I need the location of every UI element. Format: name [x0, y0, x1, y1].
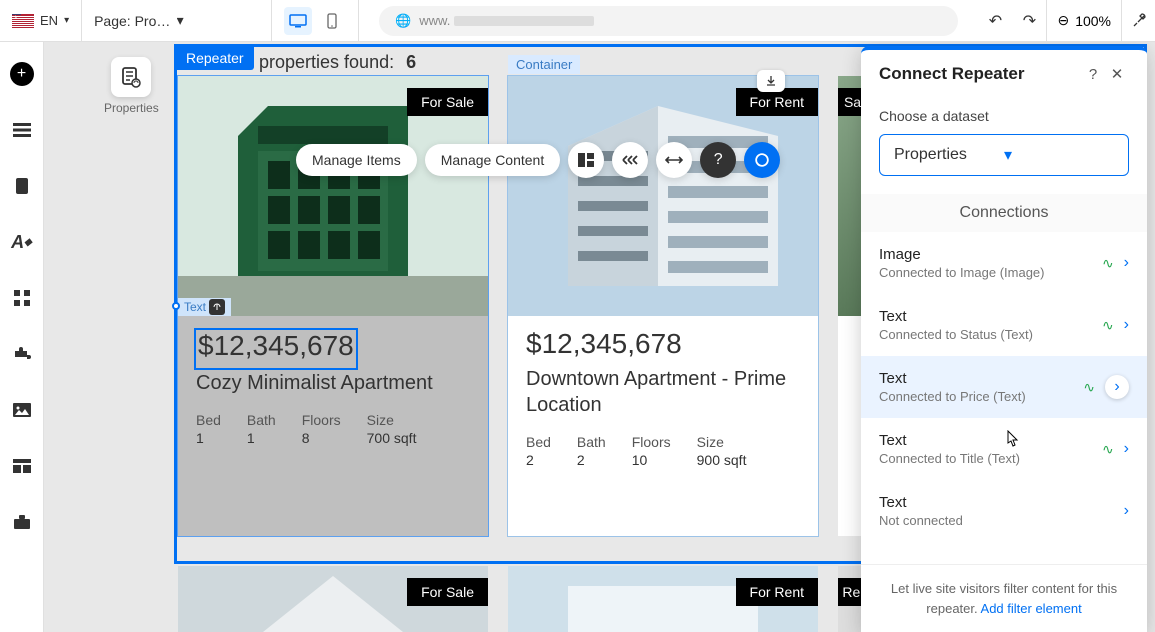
card-price: $12,345,678	[526, 328, 800, 360]
action-bar: Manage Items Manage Content ?	[296, 142, 780, 178]
chevron-down-icon: ▾	[1004, 145, 1114, 165]
chevron-right-icon: ›	[1124, 502, 1129, 520]
stretch-button[interactable]	[656, 142, 692, 178]
flag-icon: ★	[12, 14, 34, 28]
chevron-right-icon: ›	[1124, 316, 1129, 334]
card-image: For Rent	[508, 76, 818, 316]
left-sidebar: + A◆	[0, 42, 44, 632]
url-prefix: www.	[419, 13, 450, 28]
undo-button[interactable]: ↶	[978, 0, 1012, 42]
business-icon[interactable]	[10, 510, 34, 534]
cms-icon[interactable]	[10, 454, 34, 478]
canvas: Properties properties found: 6 Repeater	[44, 42, 1155, 632]
url-masked	[454, 16, 594, 26]
device-switcher	[272, 0, 359, 41]
manage-content-button[interactable]: Manage Content	[425, 144, 561, 176]
chevron-right-icon: ›	[1105, 375, 1129, 399]
tools-button[interactable]	[1121, 0, 1155, 42]
property-card[interactable]: For Rent	[508, 566, 818, 632]
animation-button[interactable]	[612, 142, 648, 178]
card-title: Cozy Minimalist Apartment	[196, 370, 470, 396]
apps-icon[interactable]	[10, 286, 34, 310]
dataset-icon	[111, 57, 151, 97]
connection-item-unconnected[interactable]: TextNot connected ›	[861, 480, 1147, 542]
card-body: $12,345,678 Downtown Apartment - Prime L…	[508, 316, 818, 486]
page-label: Page: Properties (L…	[94, 13, 177, 29]
layout-button[interactable]	[568, 142, 604, 178]
url-bar[interactable]: 🌐 www.	[359, 6, 978, 36]
dataset-label: Properties	[104, 101, 159, 115]
price-text-selected[interactable]: $12,345,678	[194, 328, 358, 370]
connect-panel: Connect Repeater ? ✕ Choose a dataset Pr…	[861, 46, 1147, 632]
chevron-right-icon: ›	[1124, 254, 1129, 272]
connection-item-status[interactable]: TextConnected to Status (Text) ∿›	[861, 294, 1147, 356]
property-card[interactable]: For Sale	[178, 566, 488, 632]
pages-icon[interactable]	[10, 174, 34, 198]
add-button[interactable]: +	[10, 62, 34, 86]
text-tag: Text	[178, 298, 231, 316]
dataset-value: Properties	[894, 146, 1004, 164]
connection-item-title[interactable]: TextConnected to Title (Text) ∿›	[861, 418, 1147, 480]
linked-icon: ∿	[1102, 317, 1114, 334]
mobile-view-button[interactable]	[318, 7, 346, 35]
card-price: $12,345,678	[196, 330, 356, 362]
chevron-right-icon: ›	[1124, 440, 1129, 458]
addons-icon[interactable]	[10, 342, 34, 366]
desktop-view-button[interactable]	[284, 7, 312, 35]
selection-handle[interactable]	[172, 302, 180, 310]
linked-icon: ∿	[1102, 255, 1114, 272]
zoom-out-icon: ⊖	[1057, 12, 1069, 29]
globe-icon: 🌐	[395, 13, 411, 29]
status-badge: For Rent	[736, 578, 818, 606]
page-selector[interactable]: Page: Properties (L… ▾	[82, 0, 272, 41]
cards-row-2: For Sale For Rent Rent	[178, 566, 886, 632]
media-icon[interactable]	[10, 398, 34, 422]
help-button[interactable]: ?	[700, 142, 736, 178]
sections-icon[interactable]	[10, 118, 34, 142]
dataset-section: Choose a dataset Properties ▾	[861, 98, 1147, 194]
repeater-tag: Repeater	[176, 46, 254, 70]
container-tag: Container	[508, 55, 580, 74]
close-icon[interactable]: ✕	[1105, 65, 1129, 83]
connect-icon	[209, 299, 225, 315]
manage-items-button[interactable]: Manage Items	[296, 144, 417, 176]
connection-item-image[interactable]: ImageConnected to Image (Image) ∿›	[861, 232, 1147, 294]
chevron-down-icon: ▾	[64, 15, 69, 26]
panel-title: Connect Repeater	[879, 64, 1081, 84]
download-icon[interactable]	[757, 70, 785, 92]
card-image: For Sale	[178, 76, 488, 316]
connect-data-button[interactable]	[744, 142, 780, 178]
card-stats: Bed1 Bath1 Floors8 Size700 sqft	[196, 412, 470, 446]
chevron-down-icon: ▾	[177, 12, 260, 29]
linked-icon: ∿	[1083, 379, 1095, 396]
language-selector[interactable]: ★ EN ▾	[0, 0, 82, 41]
dataset-dropdown[interactable]: Properties ▾	[879, 134, 1129, 176]
status-badge: For Sale	[407, 578, 488, 606]
panel-header: Connect Repeater ? ✕	[861, 50, 1147, 98]
panel-footer: Let live site visitors filter content fo…	[861, 564, 1147, 632]
card-body: Text $12,345,678 Cozy Minimalist Apartme…	[178, 316, 488, 464]
zoom-control[interactable]: ⊖ 100%	[1046, 0, 1121, 41]
status-badge: For Sale	[407, 88, 488, 116]
choose-dataset-label: Choose a dataset	[879, 108, 1129, 124]
connections-header: Connections	[861, 194, 1147, 232]
help-icon[interactable]: ?	[1081, 66, 1105, 83]
status-badge: For Rent	[736, 88, 818, 116]
connection-item-price[interactable]: TextConnected to Price (Text) ∿›	[861, 356, 1147, 418]
zoom-level: 100%	[1075, 13, 1111, 29]
topbar: ★ EN ▾ Page: Properties (L… ▾ 🌐 www. ↶ ↷…	[0, 0, 1155, 42]
connections-list: ImageConnected to Image (Image) ∿› TextC…	[861, 232, 1147, 564]
card-title: Downtown Apartment - Prime Location	[526, 366, 800, 418]
card-stats: Bed2 Bath2 Floors10 Size900 sqft	[526, 434, 800, 468]
redo-button[interactable]: ↷	[1012, 0, 1046, 42]
lang-label: EN	[40, 13, 58, 28]
dataset-badge[interactable]: Properties	[104, 57, 159, 115]
add-filter-link[interactable]: Add filter element	[981, 601, 1082, 616]
linked-icon: ∿	[1102, 441, 1114, 458]
theme-icon[interactable]: A◆	[10, 230, 34, 254]
